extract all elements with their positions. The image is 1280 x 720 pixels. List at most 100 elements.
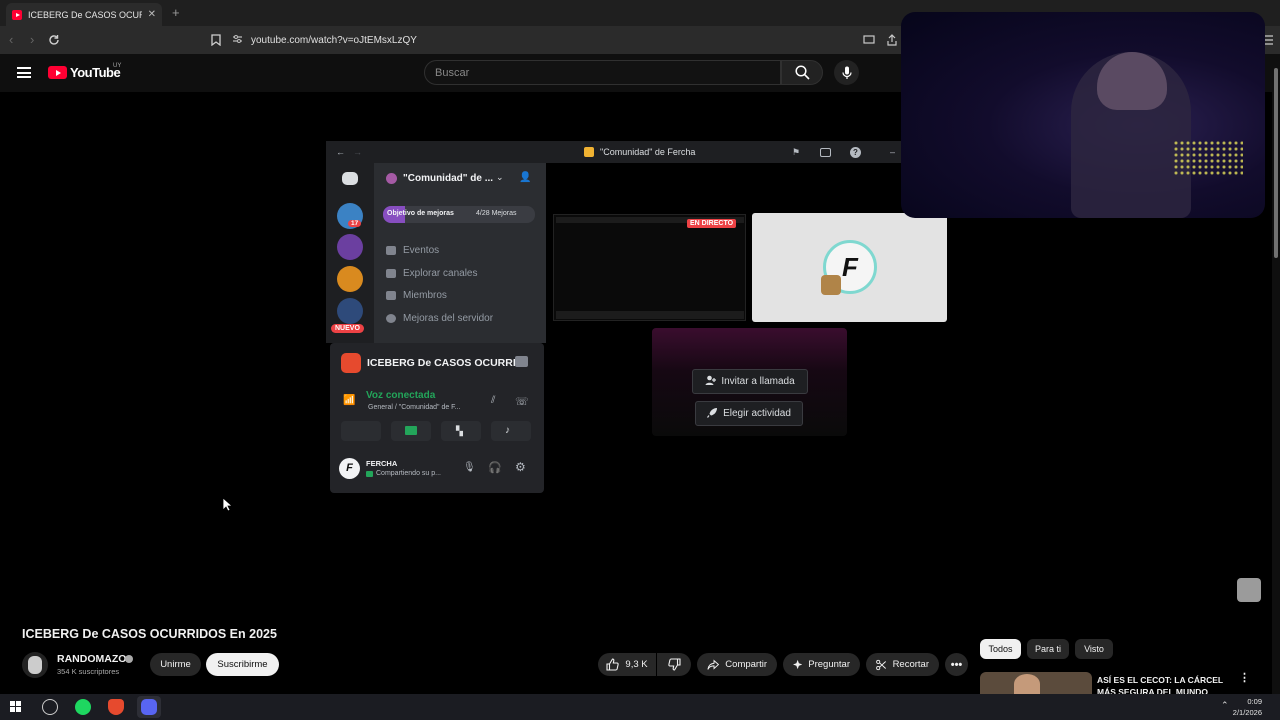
address-bar[interactable]: youtube.com/watch?v=oJtEMsxLzQY — [232, 30, 912, 50]
user-avatar: F — [339, 458, 360, 479]
more-horizontal-icon: ••• — [950, 658, 963, 671]
voice-search-button[interactable] — [834, 60, 859, 85]
cast-icon[interactable] — [861, 32, 877, 48]
country-code: UY — [113, 63, 122, 69]
reload-icon[interactable] — [46, 32, 62, 48]
share-page-icon[interactable] — [884, 32, 900, 48]
avatar-decoration — [821, 275, 841, 295]
like-button[interactable]: 9,3 K — [598, 653, 656, 676]
subscribe-button[interactable]: Suscribirme — [206, 653, 279, 676]
youtube-play-icon — [48, 66, 67, 79]
chip-for-you[interactable]: Para ti — [1027, 639, 1069, 659]
more-actions-button[interactable]: ••• — [945, 653, 968, 676]
discord-server-name: "Comunidad" de ... — [403, 173, 494, 184]
recommendation-menu-icon[interactable]: ⋮ — [1239, 673, 1250, 684]
forward-icon[interactable]: › — [30, 32, 34, 47]
channel-avatar[interactable] — [22, 652, 48, 678]
mouse-cursor-icon — [222, 497, 232, 512]
hamburger-menu-icon[interactable] — [17, 67, 31, 78]
discord-forward-icon: → — [353, 147, 362, 157]
search-input[interactable]: Buscar — [424, 60, 781, 85]
scrollbar-thumb[interactable] — [1274, 68, 1278, 258]
system-clock[interactable]: 0:09 2/1/2026 — [1233, 696, 1262, 718]
start-icon[interactable] — [10, 701, 21, 712]
soundboard-button: ♪ — [491, 421, 531, 441]
tab-close-icon[interactable]: ✕ — [148, 9, 156, 20]
discord-titlebar: ← → "Comunidad" de Fercha ⚑ ? – — [326, 141, 906, 163]
video-title: ICEBERG De CASOS OCURRIDOS En 2025 — [22, 627, 277, 641]
youtube-logo[interactable]: YouTube — [48, 65, 121, 80]
clock-date: 2/1/2026 — [1232, 708, 1262, 717]
new-tab-button[interactable]: + — [172, 5, 180, 20]
flag-icon: ⚑ — [792, 146, 801, 157]
share-arrow-icon — [707, 659, 720, 670]
participant-tile: F — [752, 213, 947, 322]
join-button[interactable]: Unirme — [150, 653, 201, 676]
screen-share-icon — [405, 426, 417, 435]
brave-taskbar-icon[interactable] — [108, 699, 124, 715]
activities-icon: ▚ — [456, 426, 463, 436]
boost-goal-label: Objetivo de mejoras — [387, 210, 454, 217]
share-button[interactable]: Compartir — [697, 653, 777, 676]
disconnect-icon: ☏ — [515, 396, 529, 408]
server-icon-2 — [337, 234, 363, 260]
clip-button[interactable]: Recortar — [866, 653, 939, 676]
obs-taskbar-icon[interactable] — [42, 699, 58, 715]
server-mini-icon — [584, 147, 594, 157]
recommendation-thumbnail[interactable] — [980, 672, 1092, 694]
back-icon[interactable]: ‹ — [9, 32, 13, 47]
signal-icon: 📶 — [343, 395, 356, 406]
channel-item-members: Miembros — [386, 290, 447, 301]
streaming-indicator-icon — [366, 471, 373, 477]
new-badge: NUEVO — [331, 324, 364, 333]
inbox-icon — [820, 147, 831, 157]
url-text[interactable]: youtube.com/watch?v=oJtEMsxLzQY — [251, 35, 417, 46]
browser-tab-title: ICEBERG De CASOS OCURRIDOS — [28, 9, 142, 20]
thumbs-up-icon — [606, 658, 620, 671]
sparkle-icon — [793, 659, 803, 670]
help-icon: ? — [850, 146, 861, 158]
calendar-icon — [386, 246, 396, 255]
ask-button[interactable]: Preguntar — [783, 653, 860, 676]
invite-to-call-button[interactable]: Invitar a llamada — [692, 369, 808, 394]
activities-button: ▚ — [441, 421, 481, 441]
subscriber-count: 354 K suscriptores — [57, 667, 120, 676]
search-icon — [794, 65, 810, 80]
tray-expand-icon[interactable]: ⌃ — [1221, 700, 1229, 711]
choose-activity-button[interactable]: Elegir actividad — [695, 401, 803, 426]
voice-channel: General / "Comunidad" de F... — [368, 404, 461, 411]
webcam-overlay — [901, 12, 1265, 218]
page-scrollbar[interactable] — [1272, 54, 1280, 694]
rocket-icon — [707, 407, 718, 421]
spotify-taskbar-icon[interactable] — [75, 699, 91, 715]
chip-all[interactable]: Todos — [980, 639, 1021, 659]
channel-item-events: Eventos — [386, 245, 439, 256]
dislike-button[interactable] — [657, 653, 691, 676]
headphones-icon: 🎧 — [488, 462, 502, 474]
minimize-icon: – — [890, 147, 896, 157]
thumbs-down-icon — [667, 658, 681, 671]
youtube-favicon-icon — [12, 9, 22, 20]
live-badge: EN DIRECTO — [687, 219, 737, 228]
verified-icon — [125, 655, 133, 663]
browser-tab[interactable]: ICEBERG De CASOS OCURRIDOS ✕ — [6, 3, 162, 26]
bookmark-icon[interactable] — [208, 32, 224, 48]
activity-close-icon — [515, 356, 528, 367]
add-person-icon — [705, 375, 717, 389]
invite-people-icon: 👤 — [519, 172, 532, 183]
discord-taskbar-icon[interactable] — [141, 699, 157, 715]
server-badge: 17 — [348, 220, 362, 227]
chip-watched[interactable]: Visto — [1075, 639, 1113, 659]
user-status: Compartiendo su p... — [376, 470, 441, 477]
username: FERCHA — [366, 459, 398, 468]
boost-count: 4/28 Mejoras — [476, 210, 517, 217]
scissors-icon — [876, 659, 887, 670]
server-dropdown-icon: ⌄ — [496, 172, 504, 182]
discord-window-title: "Comunidad" de Fercha — [600, 147, 696, 157]
channel-watermark[interactable] — [1237, 578, 1261, 602]
site-settings-icon[interactable] — [232, 34, 243, 47]
channel-name[interactable]: RANDOMAZO — [57, 653, 126, 665]
noise-suppression-icon: ⫽ — [491, 395, 496, 406]
search-button[interactable] — [781, 60, 823, 85]
server-icon-4 — [337, 298, 363, 324]
